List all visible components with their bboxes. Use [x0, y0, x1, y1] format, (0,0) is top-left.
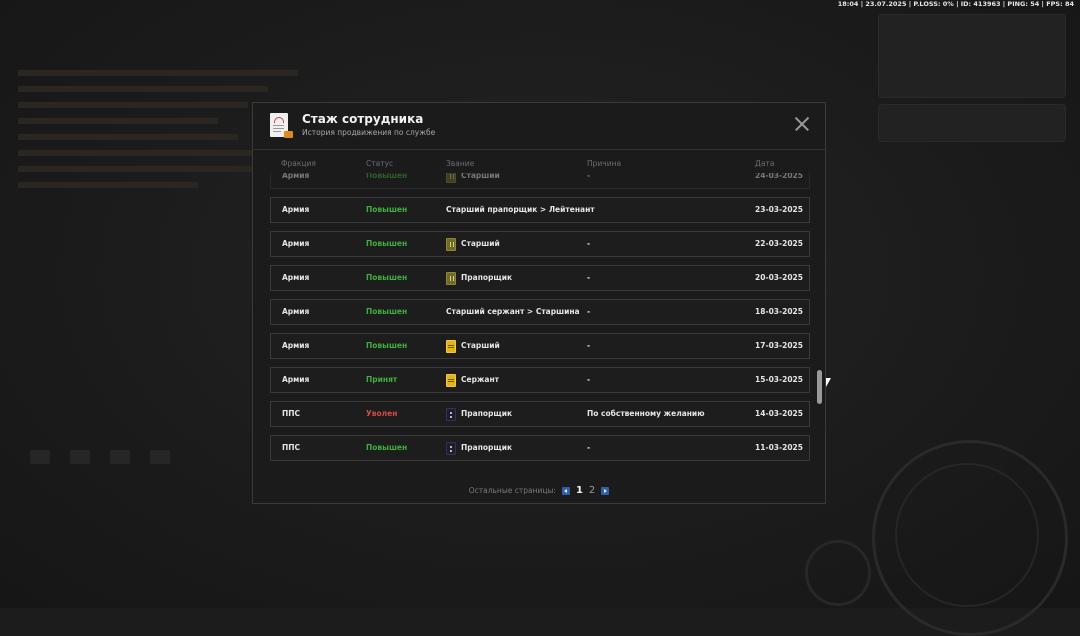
- chevron-left-icon[interactable]: [561, 486, 570, 495]
- row-rank: Старший сержант > Старшина: [446, 300, 580, 324]
- table-row: Армия Повышен Старший - 17-03-2025: [270, 333, 810, 359]
- pagination-label: Остальные страницы:: [468, 486, 556, 495]
- row-reason: -: [587, 173, 591, 180]
- row-rank: Старший: [446, 334, 500, 358]
- row-rank-label: Старший: [461, 239, 500, 248]
- column-header-reason: Причина: [587, 159, 622, 168]
- table-row: ППС Повышен Прапорщик - 11-03-2025: [270, 435, 810, 461]
- status-bar: 18:04 | 23.07.2025 | P.LOSS: 0% | ID: 41…: [837, 0, 1074, 8]
- row-status: Уволен: [366, 409, 398, 418]
- scrollbar-thumb[interactable]: [817, 370, 822, 404]
- row-rank: Прапорщик: [446, 436, 512, 460]
- row-rank: Старший: [446, 232, 500, 256]
- modal-header: Стаж сотрудника История продвижения по с…: [253, 103, 825, 150]
- rank-insignia-icon: [446, 407, 456, 421]
- row-status: Повышен: [366, 173, 408, 180]
- row-faction: ППС: [282, 443, 301, 452]
- column-header-status: Статус: [366, 159, 394, 168]
- row-faction: Армия: [282, 375, 310, 384]
- rank-insignia-icon: [446, 237, 456, 251]
- row-rank-label: Прапорщик: [461, 443, 513, 452]
- row-faction: Армия: [282, 205, 310, 214]
- row-rank-label: Старший сержант > Старшина: [446, 307, 580, 316]
- row-date: 15-03-2025: [755, 375, 803, 384]
- row-rank-label: Прапорщик: [461, 409, 513, 418]
- modal-title: Стаж сотрудника: [302, 112, 424, 126]
- column-header-date: Дата: [755, 159, 775, 168]
- row-rank: Прапорщик: [446, 402, 512, 426]
- row-reason: -: [587, 239, 591, 248]
- rank-insignia-icon: [446, 271, 456, 285]
- row-faction: Армия: [282, 307, 310, 316]
- row-reason: -: [587, 273, 591, 282]
- document-icon: [270, 113, 293, 138]
- table-row: Армия Повышен Старший - 24-03-2025: [270, 173, 810, 189]
- background-hud-panel: [878, 104, 1066, 142]
- background-speedometer-inner: [895, 463, 1039, 607]
- row-status: Повышен: [366, 307, 408, 316]
- row-rank-label: Старший: [461, 173, 500, 180]
- row-reason: -: [587, 375, 591, 384]
- row-faction: Армия: [282, 273, 310, 282]
- table-row: Армия Принят Сержант - 15-03-2025: [270, 367, 810, 393]
- chevron-right-icon[interactable]: [601, 486, 610, 495]
- row-rank-label: Прапорщик: [461, 273, 513, 282]
- row-reason: -: [587, 341, 591, 350]
- mouse-cursor: [826, 378, 831, 387]
- row-rank-label: Сержант: [461, 375, 500, 384]
- page-1-button[interactable]: 1: [576, 485, 583, 496]
- employee-history-modal: Стаж сотрудника История продвижения по с…: [252, 102, 826, 504]
- row-faction: Армия: [282, 239, 310, 248]
- row-faction: Армия: [282, 173, 310, 180]
- close-icon[interactable]: [795, 117, 809, 131]
- background-fuel-gauge: [805, 540, 871, 606]
- row-faction: Армия: [282, 341, 310, 350]
- row-rank: Сержант: [446, 368, 499, 392]
- row-status: Повышен: [366, 273, 408, 282]
- history-list[interactable]: Армия Повышен Старший - 24-03-2025 Армия Повыш…: [270, 173, 810, 471]
- row-rank: Прапорщик: [446, 266, 512, 290]
- row-faction: ППС: [282, 409, 301, 418]
- table-row: Армия Повышен Старший прапорщик > Лейтенан…: [270, 197, 810, 223]
- row-reason: -: [587, 205, 591, 214]
- row-status: Принят: [366, 375, 398, 384]
- row-rank: Старший: [446, 173, 500, 188]
- rank-insignia-icon: [446, 173, 456, 183]
- row-rank-label: Старший: [461, 341, 500, 350]
- row-status: Повышен: [366, 205, 408, 214]
- row-date: 23-03-2025: [755, 205, 803, 214]
- rank-insignia-icon: [446, 441, 456, 455]
- row-date: 17-03-2025: [755, 341, 803, 350]
- row-rank: Старший прапорщик > Лейтенант: [446, 198, 595, 222]
- row-date: 18-03-2025: [755, 307, 803, 316]
- row-date: 20-03-2025: [755, 273, 803, 282]
- table-row: Армия Повышен Старший - 22-03-2025: [270, 231, 810, 257]
- row-reason: -: [587, 443, 591, 452]
- rank-insignia-icon: [446, 373, 456, 387]
- row-reason: По собственному желанию: [587, 409, 705, 418]
- row-reason: -: [587, 307, 591, 316]
- row-rank-label: Старший прапорщик > Лейтенант: [446, 205, 595, 214]
- row-date: 11-03-2025: [755, 443, 803, 452]
- row-status: Повышен: [366, 239, 408, 248]
- modal-subtitle: История продвижения по службе: [302, 128, 436, 137]
- rank-insignia-icon: [446, 339, 456, 353]
- row-date: 24-03-2025: [755, 173, 803, 180]
- background-icons: [30, 450, 170, 464]
- table-row: Армия Повышен Прапорщик - 20-03-2025: [270, 265, 810, 291]
- page-2-button[interactable]: 2: [589, 485, 595, 496]
- column-header-faction: Фракция: [281, 159, 316, 168]
- background-hud-panel: [878, 14, 1066, 98]
- table-row: Армия Повышен Старший сержант > Старшина - 1…: [270, 299, 810, 325]
- row-date: 14-03-2025: [755, 409, 803, 418]
- column-header-rank: Звание: [446, 159, 475, 168]
- row-date: 22-03-2025: [755, 239, 803, 248]
- table-row: ППС Уволен Прапорщик По собственному желани…: [270, 401, 810, 427]
- row-status: Повышен: [366, 341, 408, 350]
- pagination: Остальные страницы: 1 2: [253, 485, 825, 496]
- row-status: Повышен: [366, 443, 408, 452]
